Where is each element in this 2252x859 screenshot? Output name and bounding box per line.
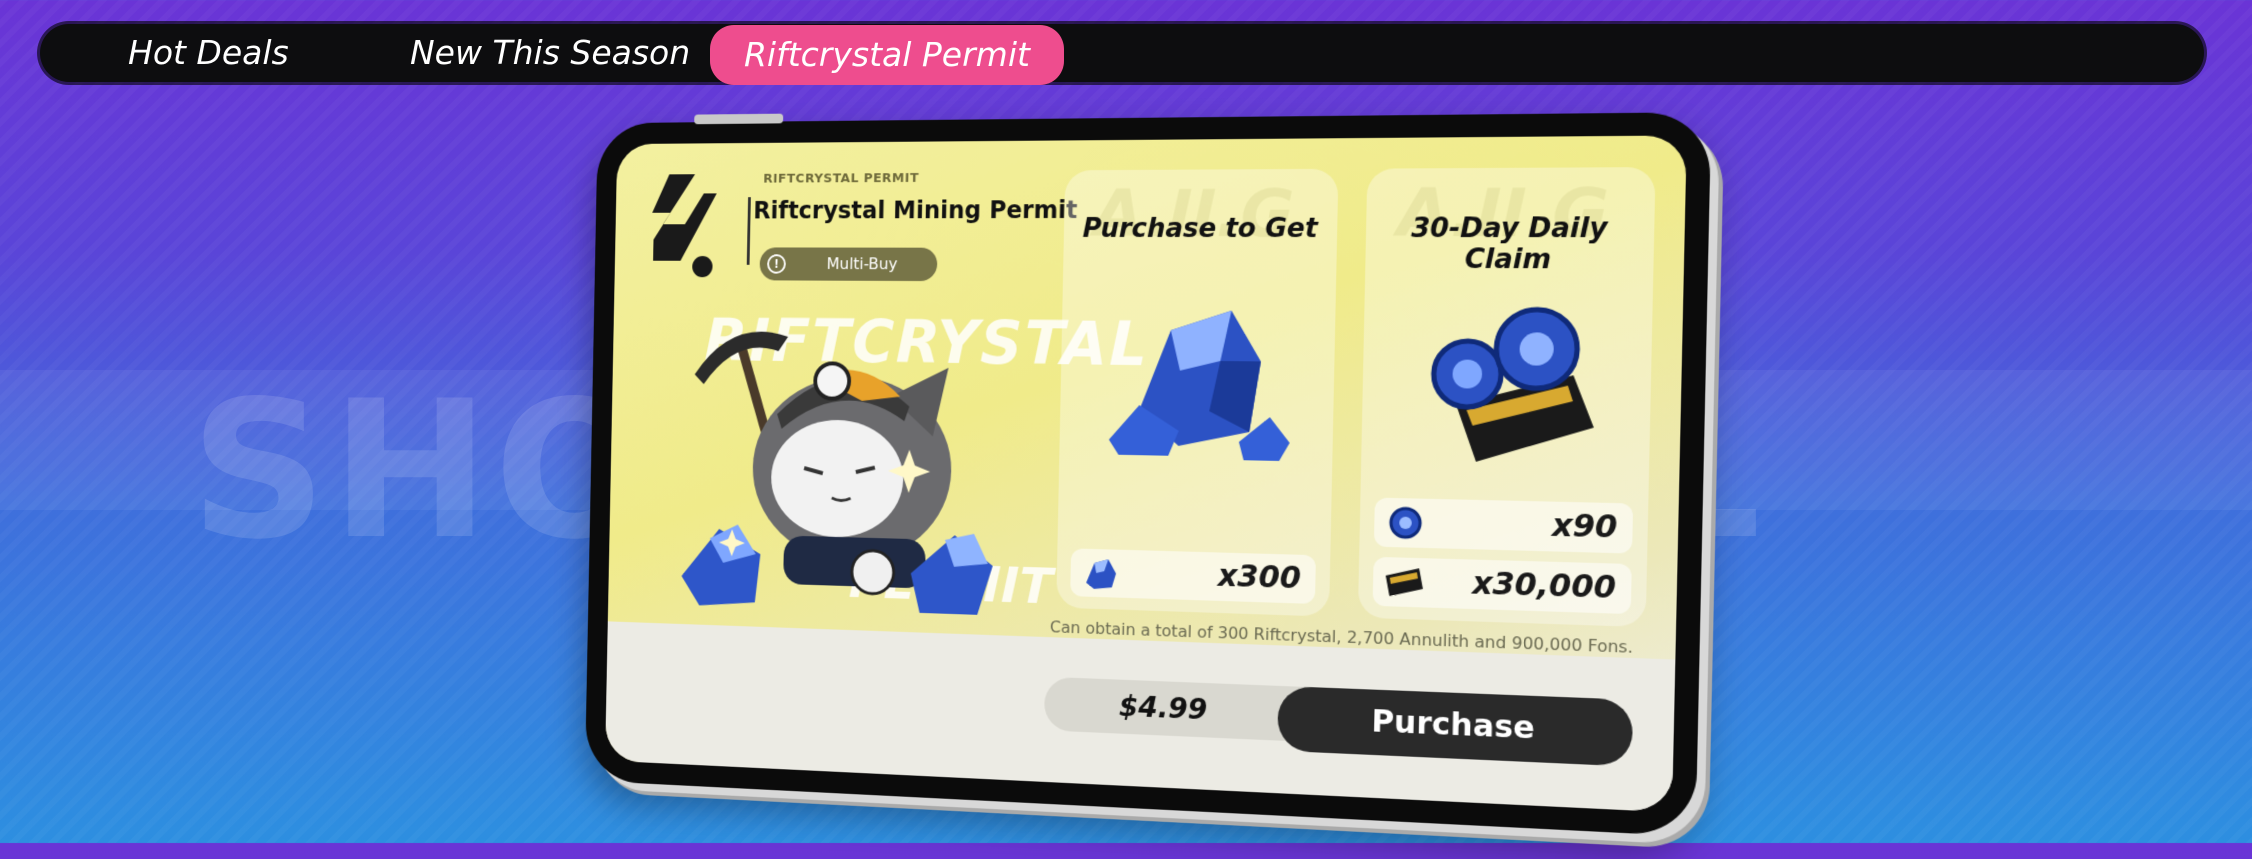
multi-buy-badge: ! Multi-Buy [759, 247, 938, 282]
multi-buy-label: Multi-Buy [826, 254, 898, 274]
permit-screen: RIFTCRYSTAL PERMIT Riftcrystal Mining Pe… [605, 135, 1687, 813]
title-divider [746, 197, 751, 265]
tablet-bezel: RIFTCRYSTAL PERMIT Riftcrystal Mining Pe… [584, 112, 1712, 837]
miner-mascot-illustration [680, 307, 994, 616]
riftcrystal-icon [1086, 558, 1117, 590]
reward-row: x30,000 [1372, 556, 1632, 615]
daily-claim-card-title: 30-Day Daily Claim [1410, 213, 1608, 276]
annulith-and-ticket-illustration [1413, 291, 1595, 465]
reward-amount: x90 [1551, 507, 1618, 546]
tab-new-this-season[interactable]: New This Season [410, 24, 690, 82]
purchase-card-title: Purchase to Get [1082, 213, 1318, 245]
reward-row: x300 [1070, 548, 1316, 604]
tablet-side-button [694, 113, 784, 125]
reward-row: x90 [1373, 497, 1634, 554]
purchase-reward-card: A.II.G Purchase to Get x300 [1056, 168, 1339, 617]
tab-riftcrystal-permit[interactable]: Riftcrystal Permit [710, 25, 1064, 85]
permit-title: Riftcrystal Mining Permit [753, 196, 1078, 225]
fons-ticket-icon [1385, 567, 1424, 598]
tab-hot-deals[interactable]: Hot Deals [128, 24, 289, 82]
permit-category-label: RIFTCRYSTAL PERMIT [763, 171, 919, 187]
shop-tab-bar: Hot Deals New This Season Riftcrystal Pe… [40, 24, 2204, 85]
tablet-frame: RIFTCRYSTAL PERMIT Riftcrystal Mining Pe… [584, 112, 1733, 859]
price-value: $4.99 [1118, 689, 1208, 727]
daily-claim-card: A.II.G 30-Day Daily Claim x90 x30,000 [1357, 167, 1656, 628]
game-logo-icon [651, 174, 718, 278]
reward-amount: x300 [1217, 558, 1302, 597]
annulith-icon [1384, 504, 1426, 542]
reward-amount: x30,000 [1471, 565, 1617, 607]
riftcrystal-pile-illustration [1108, 310, 1291, 462]
